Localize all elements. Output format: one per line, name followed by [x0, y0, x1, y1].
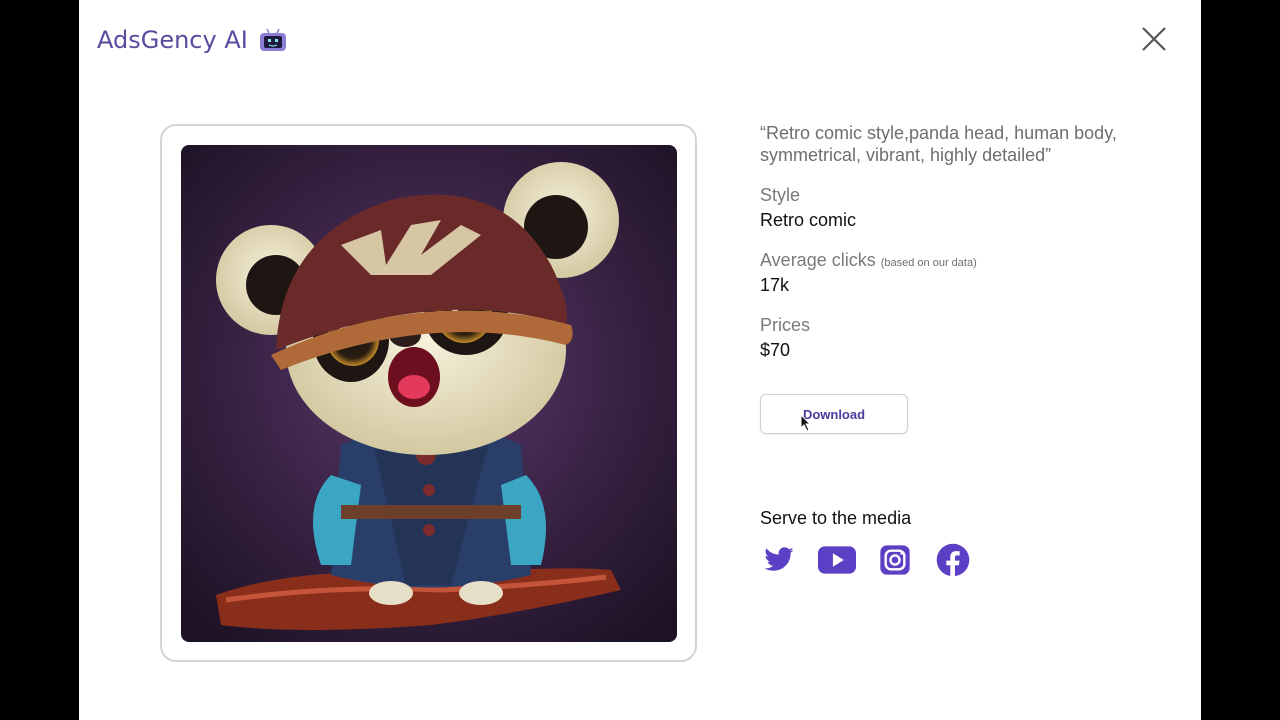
mouse-cursor-icon — [800, 414, 812, 432]
twitter-icon[interactable] — [760, 542, 798, 578]
modal-page: AdsGency AI “Retro comic style,panda hea… — [79, 0, 1201, 720]
robot-icon — [259, 28, 286, 51]
clicks-value: 17k — [760, 275, 790, 295]
style-label: Style — [760, 185, 801, 205]
prompt-text: “Retro comic style,panda head, human bod… — [760, 123, 1117, 165]
youtube-icon[interactable] — [818, 542, 856, 578]
clicks-note: (based on our data) — [880, 257, 977, 269]
download-button[interactable]: Download — [760, 394, 908, 434]
details-panel: “Retro comic style,panda head, human bod… — [760, 122, 1140, 361]
image-card — [160, 124, 697, 662]
prices-label: Prices — [760, 315, 811, 335]
facebook-icon[interactable] — [934, 542, 972, 578]
social-icons — [760, 542, 972, 578]
close-icon[interactable] — [1141, 26, 1167, 52]
prices-value: $70 — [760, 340, 791, 360]
brand: AdsGency AI — [97, 26, 288, 54]
instagram-icon[interactable] — [876, 542, 914, 578]
clicks-label: Average clicks (based on our data) — [760, 250, 977, 270]
panda-pirate-artwork[interactable] — [181, 145, 677, 642]
serve-title: Serve to the media — [760, 508, 912, 528]
style-value: Retro comic — [760, 210, 857, 230]
brand-name: AdsGency AI — [97, 26, 248, 54]
